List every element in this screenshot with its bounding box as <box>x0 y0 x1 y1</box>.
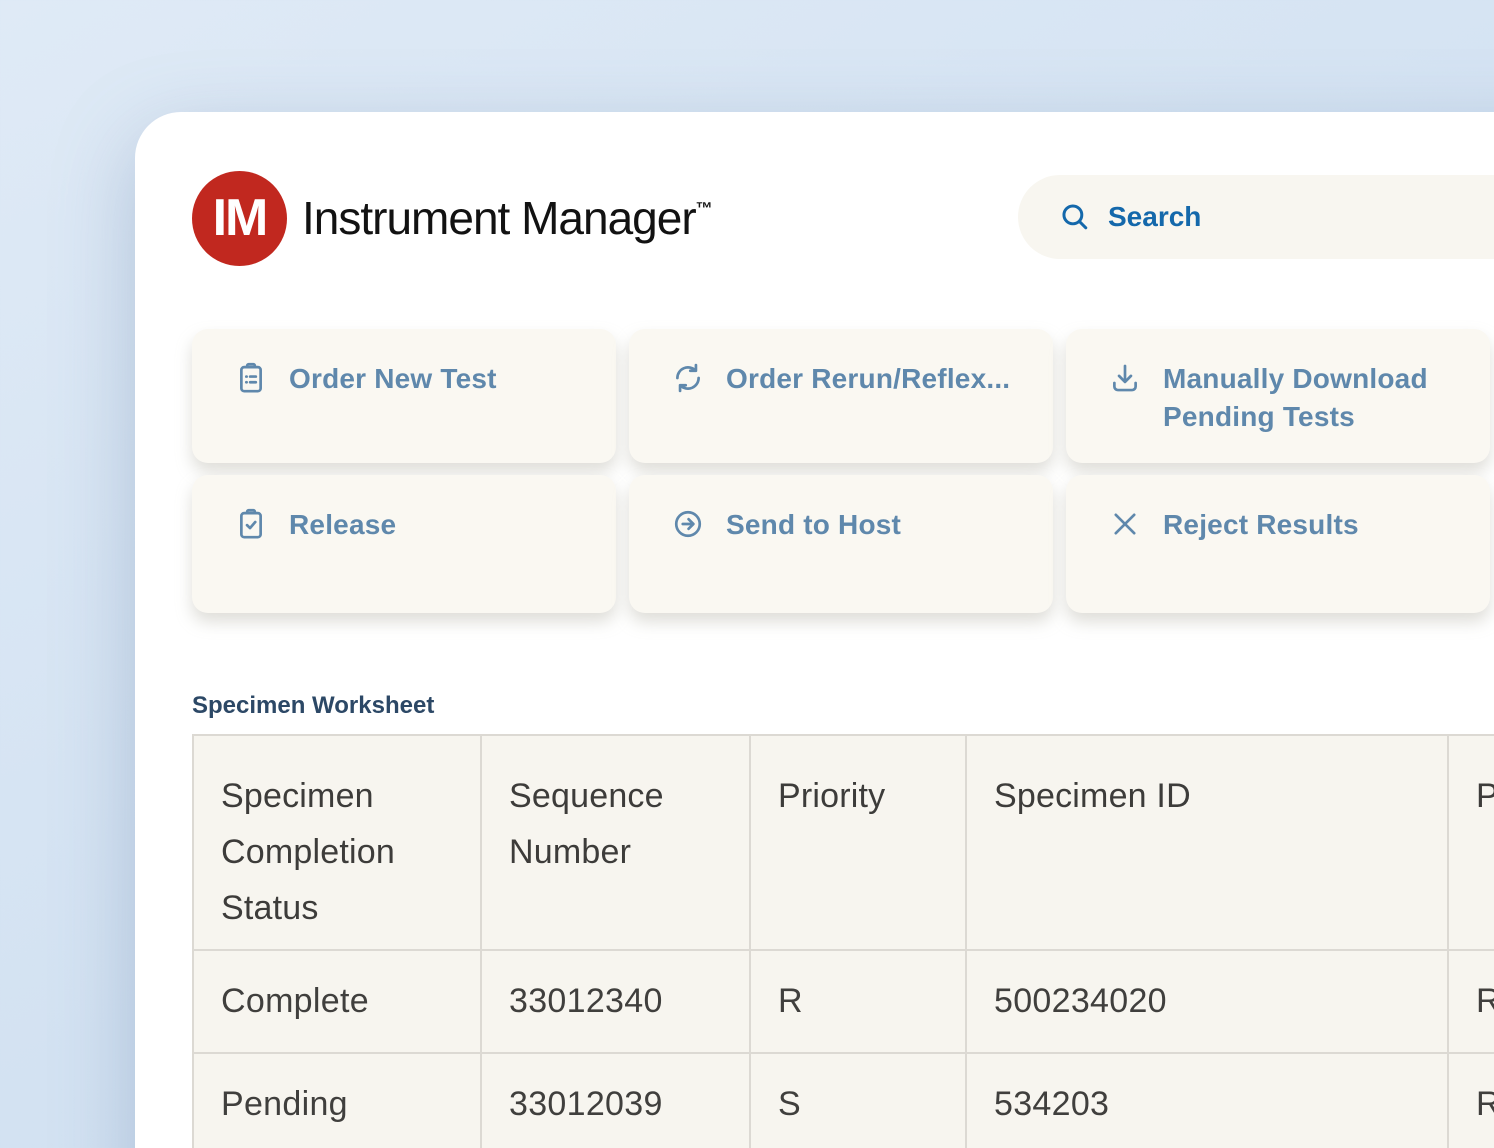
cell-completion-status: Pending <box>193 1053 481 1148</box>
worksheet-title: Specimen Worksheet <box>192 691 1494 721</box>
im-logo-text: IM <box>213 188 267 248</box>
cell-truncated: R <box>1448 1053 1494 1148</box>
column-header-sequence-number: Sequence Number <box>481 735 750 950</box>
action-label: Order Rerun/Reflex... <box>726 360 1010 398</box>
action-button-grid: Order New Test Order Rerun/Reflex... <box>192 329 1490 613</box>
trademark-symbol: ™ <box>696 199 713 218</box>
table-row[interactable]: Complete 33012340 R 500234020 R <box>193 950 1494 1053</box>
download-icon <box>1108 361 1142 398</box>
cell-priority: S <box>750 1053 966 1148</box>
search-label: Search <box>1108 201 1201 233</box>
search-icon <box>1058 200 1092 234</box>
im-logo: IM <box>192 171 287 266</box>
action-label: Send to Host <box>726 506 901 544</box>
cell-completion-status: Complete <box>193 950 481 1053</box>
order-rerun-reflex-button[interactable]: Order Rerun/Reflex... <box>629 329 1053 463</box>
manually-download-pending-tests-button[interactable]: Manually Download Pending Tests <box>1066 329 1490 463</box>
table-header-row: Specimen Completion Status Sequence Numb… <box>193 735 1494 950</box>
order-new-test-button[interactable]: Order New Test <box>192 329 616 463</box>
specimen-worksheet-table: Specimen Completion Status Sequence Numb… <box>192 734 1494 1148</box>
cell-priority: R <box>750 950 966 1053</box>
clipboard-check-icon <box>234 507 268 544</box>
cell-sequence-number: 33012340 <box>481 950 750 1053</box>
column-header-priority: Priority <box>750 735 966 950</box>
app-header: IM Instrument Manager™ Search <box>192 170 1494 266</box>
clipboard-list-icon <box>234 361 268 398</box>
action-label: Order New Test <box>289 360 497 398</box>
rerun-icon <box>671 361 705 398</box>
table-row[interactable]: Pending 33012039 S 534203 R <box>193 1053 1494 1148</box>
action-label: Reject Results <box>1163 506 1359 544</box>
search-input[interactable]: Search <box>1018 175 1494 259</box>
reject-results-button[interactable]: Reject Results <box>1066 475 1490 613</box>
column-header-specimen-id: Specimen ID <box>966 735 1448 950</box>
action-label: Release <box>289 506 396 544</box>
cell-specimen-id: 500234020 <box>966 950 1448 1053</box>
action-label: Manually Download Pending Tests <box>1163 360 1462 436</box>
x-icon <box>1108 507 1142 544</box>
arrow-right-circle-icon <box>671 507 705 544</box>
app-title-text: Instrument Manager <box>302 192 696 244</box>
send-to-host-button[interactable]: Send to Host <box>629 475 1053 613</box>
app-window: IM Instrument Manager™ Search <box>135 112 1494 1148</box>
cell-specimen-id: 534203 <box>966 1053 1448 1148</box>
cell-sequence-number: 33012039 <box>481 1053 750 1148</box>
cell-truncated: R <box>1448 950 1494 1053</box>
column-header-specimen-completion-status: Specimen Completion Status <box>193 735 481 950</box>
page-title: Instrument Manager™ <box>302 191 713 245</box>
release-button[interactable]: Release <box>192 475 616 613</box>
column-header-truncated: P <box>1448 735 1494 950</box>
